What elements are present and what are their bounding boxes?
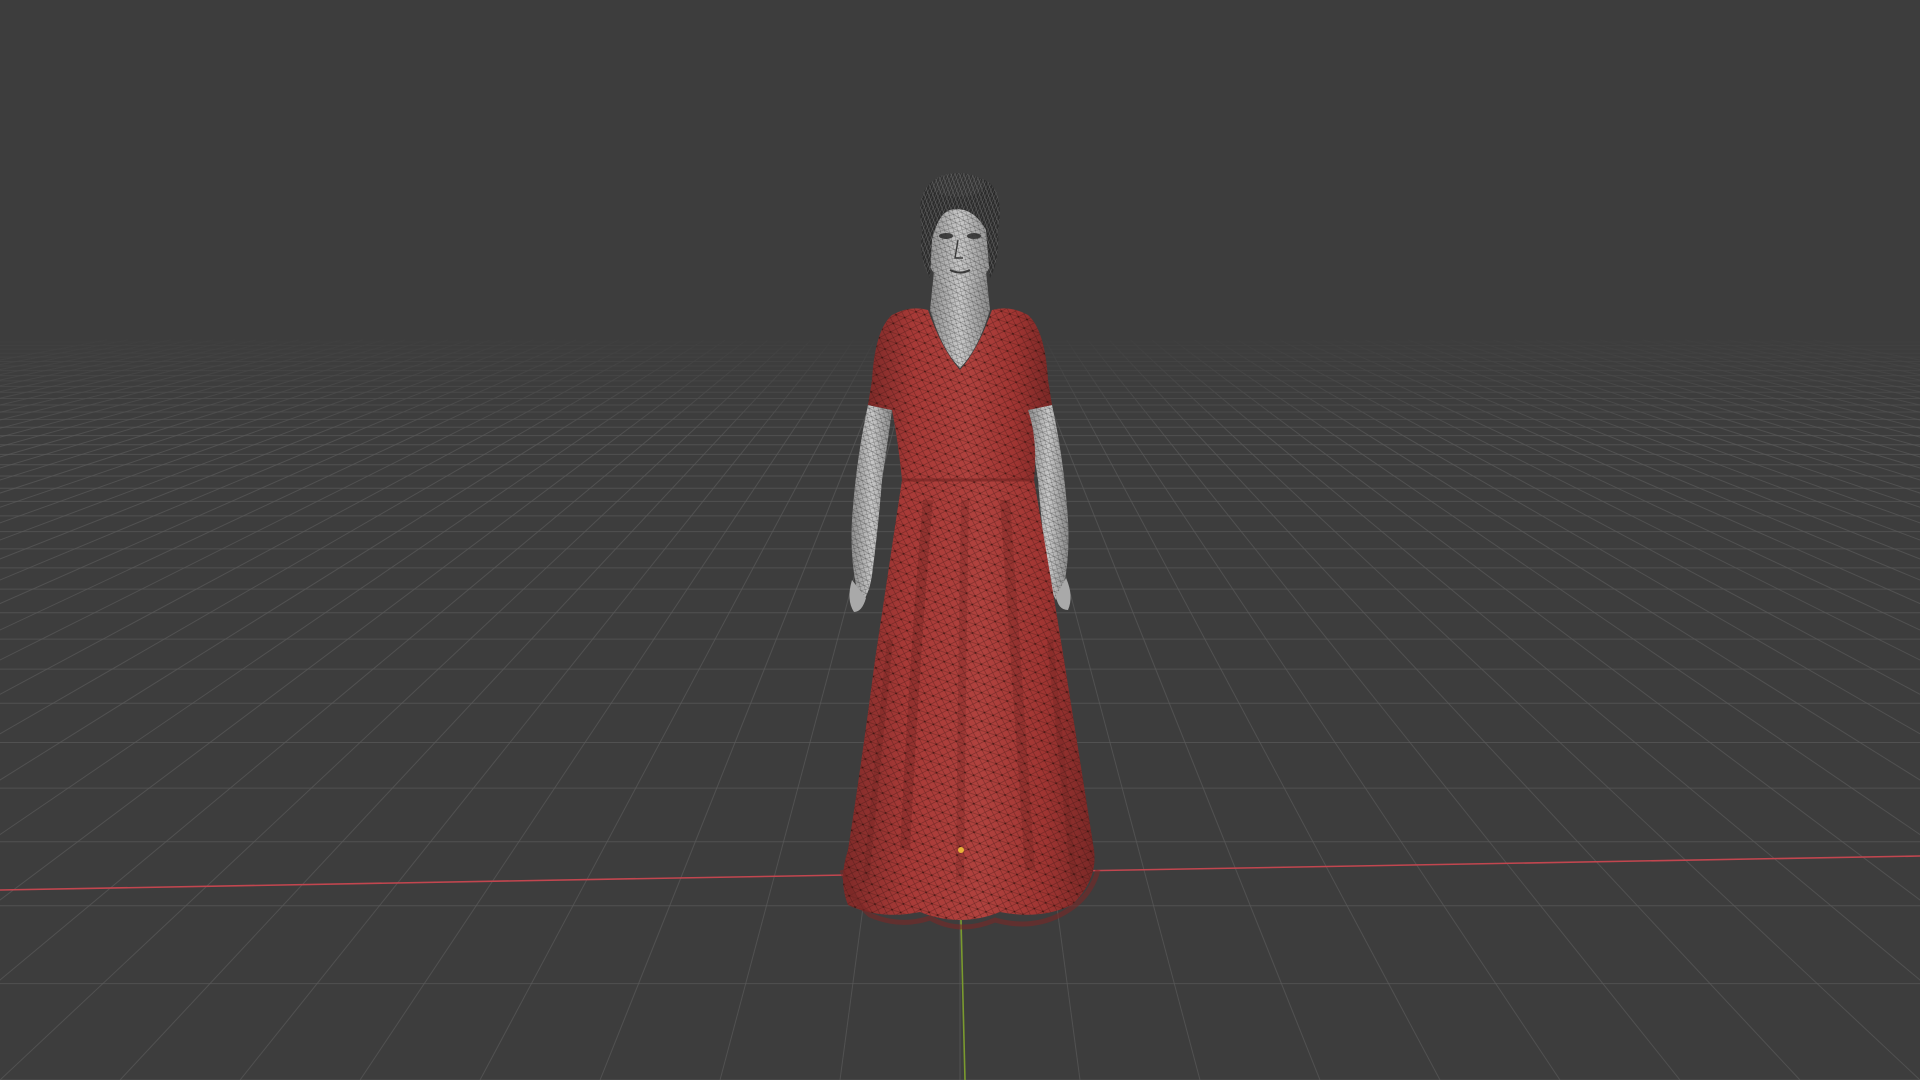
grid-line [0,339,171,376]
grid-line [0,339,321,421]
grid-line [119,339,812,1080]
grid-line [0,339,150,370]
object-origin-marker[interactable] [958,847,964,853]
character-model[interactable] [839,173,1101,930]
grid-line [0,339,342,429]
grid-line [1706,339,1920,387]
grid-line [1727,339,1920,381]
grid-line [0,339,598,605]
grid-line [1557,339,1920,438]
grid-line [0,339,726,836]
grid-line [0,339,427,469]
grid-line [239,339,833,1080]
grid-line [1578,339,1920,429]
grid-line [1066,339,1561,1080]
grid-line [1599,339,1920,421]
grid-line [0,339,683,735]
grid-line [599,339,897,1080]
grid-line [0,339,235,393]
grid-line [1194,339,1920,836]
grid-line [1151,339,1920,981]
grid-line [0,339,470,494]
grid-line [479,339,876,1080]
grid-line [0,339,513,524]
grid-line [1450,339,1920,494]
grid-line [0,339,790,1080]
grid-line [0,339,363,438]
grid-line [0,339,769,981]
3d-viewport[interactable] [0,0,1920,1080]
viewport-canvas[interactable] [0,0,1920,1080]
grid-line [1279,339,1920,661]
grid-line [0,339,107,361]
grid-line [1087,339,1681,1080]
grid-line [1407,339,1920,524]
grid-line [359,339,854,1080]
grid-line [0,339,214,387]
grid-line [1493,339,1920,469]
grid-line [1365,339,1920,560]
grid-line [1749,339,1920,376]
grid-line [1130,339,1920,1080]
grid-line [1685,339,1920,393]
grid-line [1108,339,1801,1080]
grid-line [1322,339,1920,605]
grid-line [0,339,193,381]
grid-line [1770,339,1920,370]
grid-line [0,339,641,661]
grid-line [0,339,555,560]
grid-line [1813,339,1920,361]
grid-line [1237,339,1920,735]
grid-line [1044,339,1441,1080]
